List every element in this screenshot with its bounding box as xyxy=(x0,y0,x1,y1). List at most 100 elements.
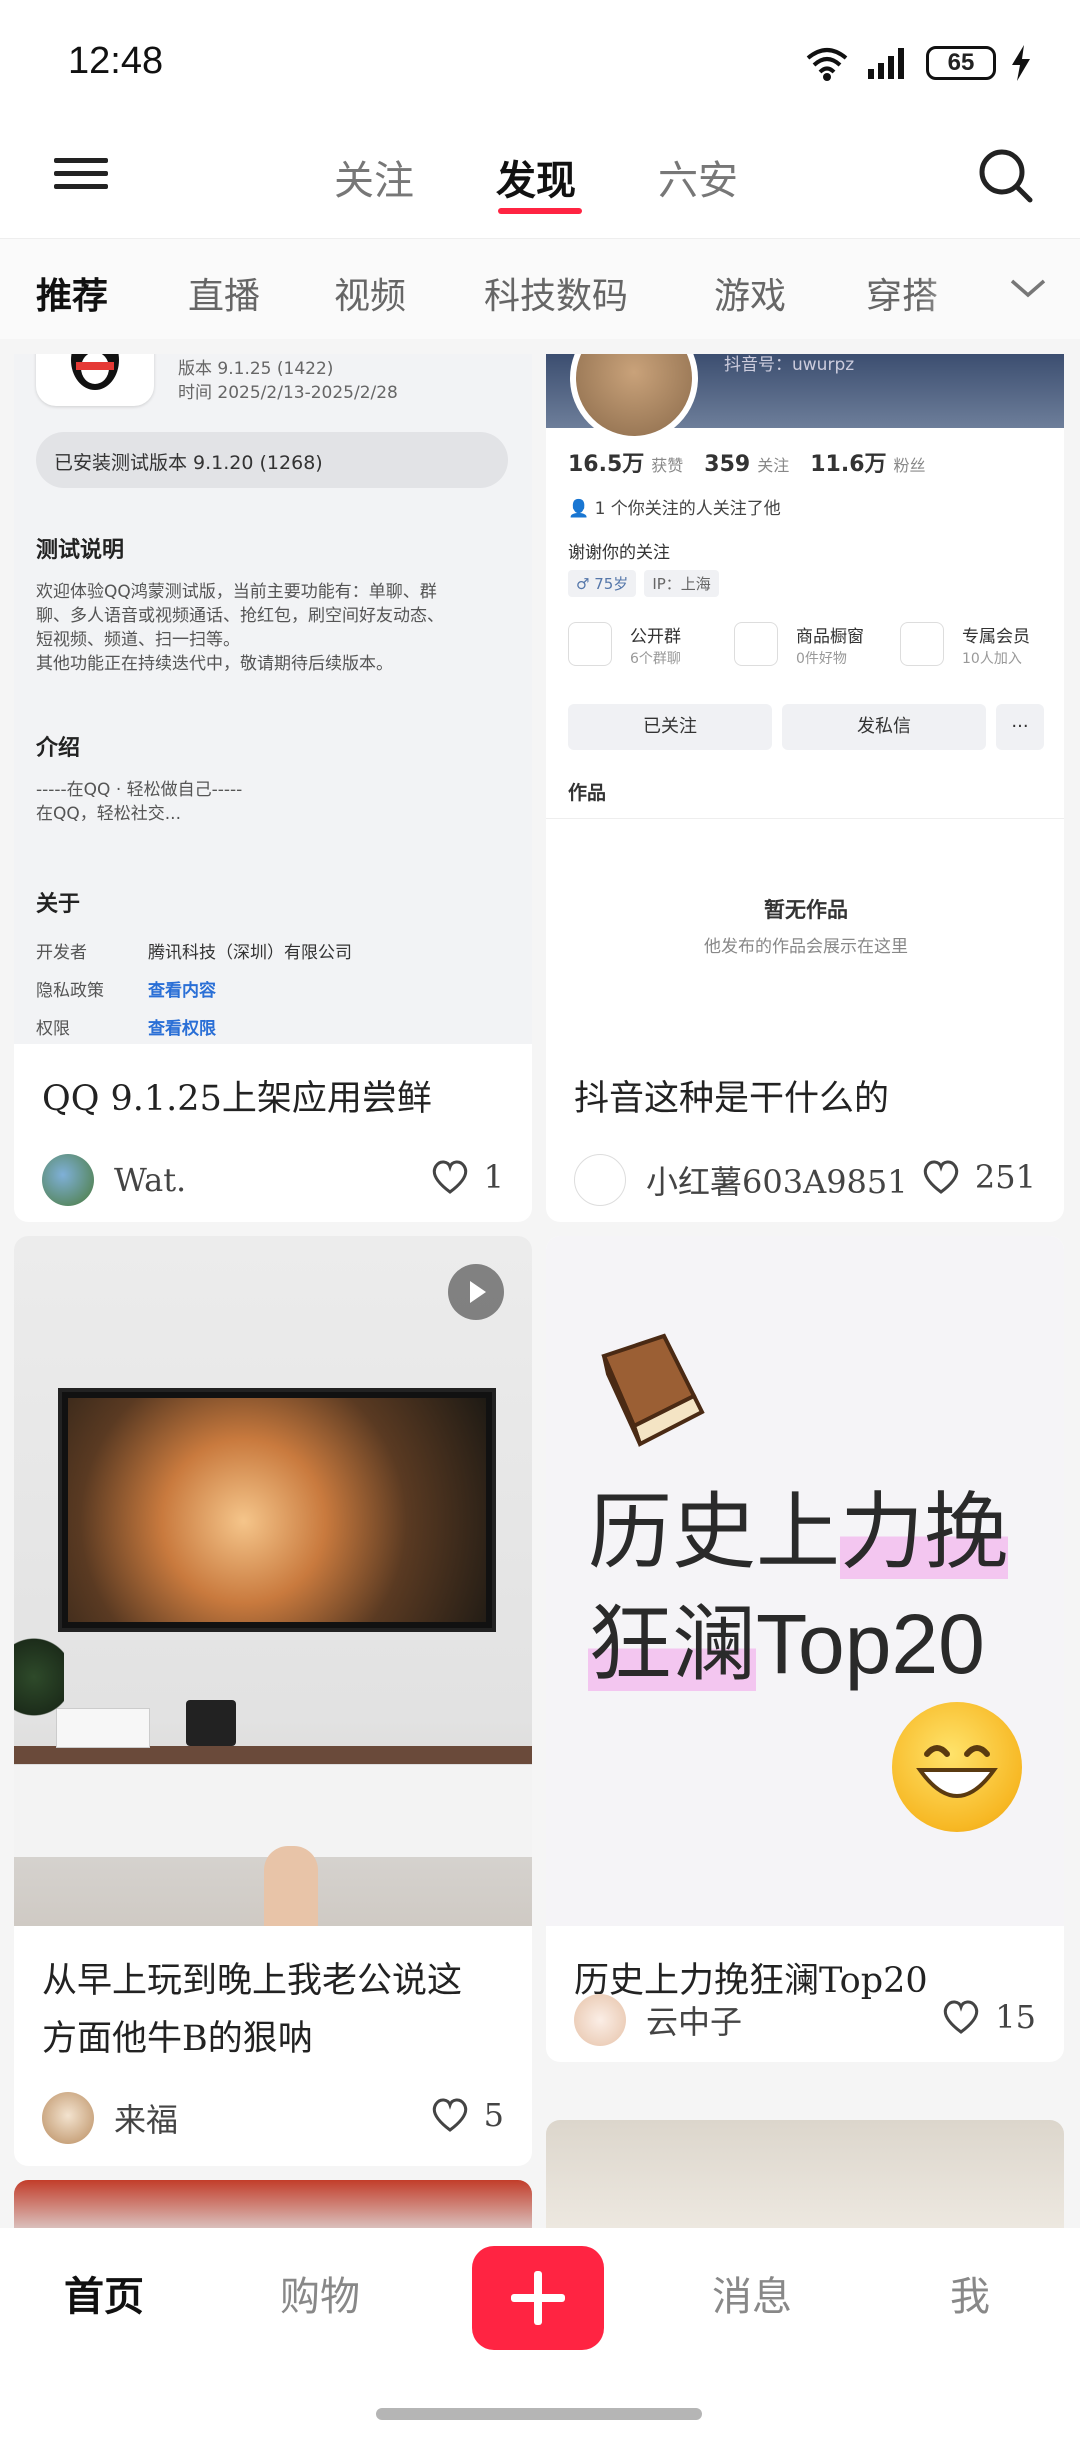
avatar xyxy=(574,1994,626,2046)
tab-follow[interactable]: 关注 xyxy=(334,148,414,206)
search-button[interactable] xyxy=(974,144,1038,208)
like-button[interactable]: 5 xyxy=(430,2096,504,2134)
feed-card[interactable]: 历史上力挽 狂澜Top20 历史上力挽狂澜Top20 云中子 15 xyxy=(546,1236,1064,2062)
intro-body: -----在QQ · 轻松做自己----- 在QQ，轻松社交... xyxy=(36,778,242,826)
cover-highlight: 狂澜 xyxy=(588,1597,757,1691)
test-notes-body: 欢迎体验QQ鸿蒙测试版，当前主要功能有：单聊、群 聊、多人语音或视频通话、抢红包… xyxy=(36,580,444,676)
more-button: ··· xyxy=(996,704,1044,750)
like-button[interactable]: 251 xyxy=(921,1158,1036,1196)
stat-label: 关注 xyxy=(757,456,790,475)
home-indicator[interactable] xyxy=(376,2408,702,2420)
user-icon: 👤 xyxy=(568,499,590,519)
card-author[interactable]: 来福 xyxy=(42,2092,178,2144)
card-cover-photo xyxy=(14,1236,532,1926)
test-notes-line: 其他功能正在持续迭代中，敬请期待后续版本。 xyxy=(36,654,393,674)
feature-title: 公开群 xyxy=(630,627,681,647)
card-cover-screenshot: 抖音号：uwurpz 16.5万 获赞 359 关注 11.6万 粉丝 👤 1 … xyxy=(546,354,1064,1044)
feed-card[interactable]: 从早上玩到晚上我老公说这 方面他牛B的狠呐 来福 5 xyxy=(14,1236,532,2166)
about-link: 查看内容 xyxy=(148,981,216,1001)
top-nav: 关注 发现 六安 xyxy=(0,120,1080,238)
tab-discover[interactable]: 发现 xyxy=(496,148,576,206)
like-count: 5 xyxy=(483,2096,504,2134)
followed-button: 已关注 xyxy=(568,704,772,750)
like-count: 1 xyxy=(483,1158,504,1196)
feature-title: 商品橱窗 xyxy=(796,627,864,647)
avatar xyxy=(42,2092,94,2144)
video-badge[interactable] xyxy=(448,1264,504,1320)
stat-num: 359 xyxy=(704,452,751,477)
group-chat-icon xyxy=(568,622,612,666)
tv-cabinet xyxy=(14,1746,532,1764)
cover-headline-line: 历史上力挽 xyxy=(588,1485,1009,1579)
like-count: 251 xyxy=(974,1158,1036,1196)
feed-card[interactable]: 抖音号：uwurpz 16.5万 获赞 359 关注 11.6万 粉丝 👤 1 … xyxy=(546,354,1064,1222)
status-icons: 65 xyxy=(802,44,1032,82)
stat-num: 16.5万 xyxy=(568,452,645,477)
menu-button[interactable] xyxy=(54,150,108,200)
category-recommend[interactable]: 推荐 xyxy=(36,267,108,319)
profile-tag: ♂ 75岁 xyxy=(568,570,637,597)
stat-label: 获赞 xyxy=(651,456,684,475)
profile-stats: 16.5万 获赞 359 关注 11.6万 粉丝 xyxy=(568,446,926,478)
profile-features: 公开群 6个群聊 商品橱窗 0件好物 专属会员 10人加入 xyxy=(568,622,1048,682)
empty-works-subtitle: 他发布的作品会展示在这里 xyxy=(704,937,908,957)
cover-headline-line: 狂澜Top20 xyxy=(588,1597,985,1691)
works-tab: 作品 xyxy=(568,782,607,804)
category-bar: 推荐 直播 视频 科技数码 游戏 穿搭 xyxy=(0,238,1080,339)
like-button[interactable]: 15 xyxy=(941,1998,1036,2036)
about-key: 隐私政策 xyxy=(36,981,104,1001)
profile-tags: ♂ 75岁 IP：上海 xyxy=(568,570,719,597)
category-tech[interactable]: 科技数码 xyxy=(484,267,628,319)
card-author[interactable]: Wat. xyxy=(42,1154,186,1206)
author-name: 小红薯603A9851 xyxy=(646,1163,908,1201)
status-bar: 12:48 65 xyxy=(0,0,1080,120)
tab-messages[interactable]: 消息 xyxy=(712,2264,792,2322)
feature-sub: 0件好物 xyxy=(796,651,847,667)
signal-icon xyxy=(868,48,904,79)
category-expand-button[interactable] xyxy=(1006,267,1050,311)
mutual-follow: 👤 1 个你关注的人关注了他 xyxy=(568,494,781,519)
card-author[interactable]: 云中子 xyxy=(574,1994,742,2046)
heart-icon xyxy=(923,1160,959,1194)
category-games[interactable]: 游戏 xyxy=(714,267,786,319)
grin-emoji xyxy=(892,1702,1022,1832)
cover-highlight: 力挽 xyxy=(840,1485,1009,1579)
tab-shopping[interactable]: 购物 xyxy=(280,2264,360,2322)
black-box xyxy=(186,1700,236,1746)
stat-num: 11.6万 xyxy=(810,452,887,477)
feature-sub: 6个群聊 xyxy=(630,651,681,667)
status-time: 12:48 xyxy=(68,40,164,82)
tab-me[interactable]: 我 xyxy=(950,2264,990,2322)
intro-heading: 介绍 xyxy=(36,736,81,761)
feed-card-partial[interactable] xyxy=(546,2120,1064,2240)
card-author[interactable]: 小红薯603A9851 xyxy=(574,1154,908,1206)
heart-icon xyxy=(432,2098,467,2132)
feed-card[interactable]: 版本 9.1.25 (1422) 时间 2025/2/13-2025/2/28 … xyxy=(14,354,532,1222)
heart-icon xyxy=(944,2000,979,2034)
feature-title: 专属会员 xyxy=(962,627,1030,647)
category-live[interactable]: 直播 xyxy=(188,267,260,319)
feature-sub: 10人加入 xyxy=(962,651,1022,667)
author-name: Wat. xyxy=(114,1161,187,1199)
avatar xyxy=(42,1154,94,1206)
battery-indicator: 65 xyxy=(926,46,996,80)
wifi-icon xyxy=(806,48,848,81)
profile-bio: 谢谢你的关注 xyxy=(568,543,670,563)
play-icon xyxy=(470,1281,486,1303)
test-notes-heading: 测试说明 xyxy=(36,538,125,563)
create-post-button[interactable] xyxy=(472,2246,604,2350)
about-link: 查看权限 xyxy=(148,1019,216,1039)
charging-bolt-icon xyxy=(1012,45,1030,81)
tab-local-luan[interactable]: 六安 xyxy=(658,148,738,206)
empty-works-title: 暂无作品 xyxy=(764,898,848,922)
card-title: 抖音这种是干什么的 xyxy=(574,1079,890,1119)
tab-home[interactable]: 首页 xyxy=(64,2264,144,2322)
tv-cabinet-doors xyxy=(14,1764,532,1857)
card-cover-screenshot: 版本 9.1.25 (1422) 时间 2025/2/13-2025/2/28 … xyxy=(14,354,532,1044)
mutual-follow-text: 1 个你关注的人关注了他 xyxy=(594,499,781,519)
category-video[interactable]: 视频 xyxy=(334,267,406,319)
profile-tag: IP：上海 xyxy=(644,570,719,597)
vip-icon xyxy=(900,622,944,666)
like-button[interactable]: 1 xyxy=(430,1158,504,1196)
bottom-nav: 首页 购物 消息 我 xyxy=(0,2228,1080,2438)
